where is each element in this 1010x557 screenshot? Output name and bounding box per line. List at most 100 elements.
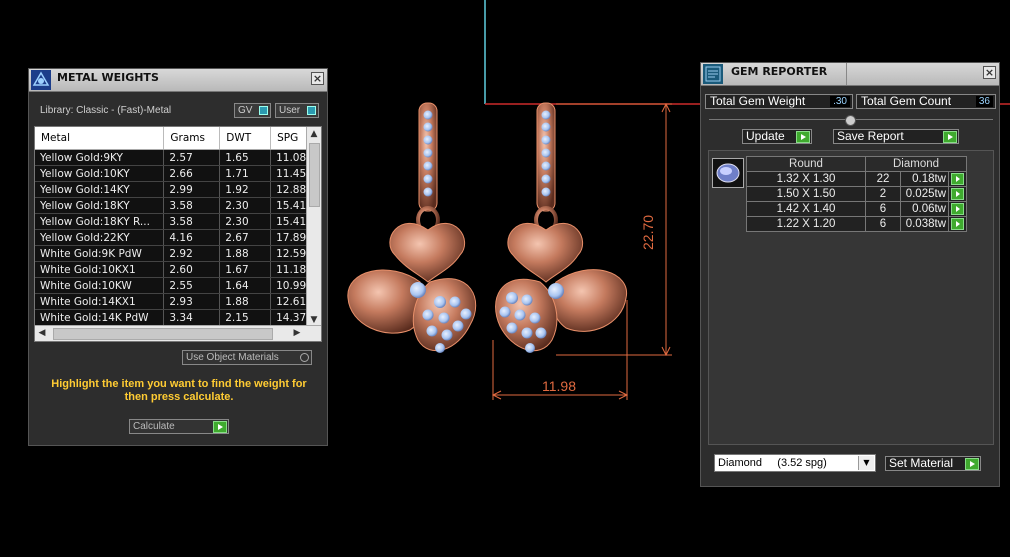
gem-cell: 0.18tw bbox=[900, 171, 949, 187]
scroll-up-icon[interactable]: ▲ bbox=[307, 127, 321, 141]
column-header-dwt[interactable]: DWT bbox=[219, 127, 272, 150]
scale-icon bbox=[31, 70, 51, 90]
calculate-button[interactable]: Calculate bbox=[129, 419, 229, 434]
gem-header-type: Diamond bbox=[865, 156, 967, 172]
gem-header-shape: Round bbox=[746, 156, 866, 172]
total-gem-weight-field: Total Gem Weight .30 bbox=[705, 94, 853, 109]
table-row[interactable]: White Gold:14K PdW 3.34 2.15 14.37 bbox=[35, 309, 321, 326]
vertical-scrollbar[interactable]: ▲ ▼ bbox=[306, 127, 321, 327]
table-cell: 2.92 bbox=[163, 245, 221, 262]
table-cell: 3.34 bbox=[163, 309, 221, 326]
gem-row[interactable]: 1.50 X 1.50 2 0.025tw bbox=[746, 186, 967, 202]
table-row[interactable]: Yellow Gold:18KY 3.58 2.30 15.41 bbox=[35, 197, 321, 214]
table-cell: 2.67 bbox=[219, 229, 272, 246]
metal-weights-titlebar[interactable]: METAL WEIGHTS × bbox=[29, 69, 327, 92]
table-row[interactable]: Yellow Gold:22KY 4.16 2.67 17.89 bbox=[35, 229, 321, 246]
gem-cell: 0.025tw bbox=[900, 186, 949, 202]
update-label: Update bbox=[746, 129, 785, 143]
total-gem-count-value: 36 bbox=[975, 96, 993, 107]
table-cell: 1.92 bbox=[219, 181, 272, 198]
earring-right bbox=[495, 102, 627, 353]
gv-toggle[interactable]: GV bbox=[234, 103, 271, 118]
table-cell: Yellow Gold:10KY bbox=[35, 165, 165, 182]
gem-cell: 2 bbox=[865, 186, 901, 202]
table-cell: 1.88 bbox=[219, 245, 272, 262]
table-row[interactable]: Yellow Gold:9KY 2.57 1.65 11.08 bbox=[35, 149, 321, 166]
total-gem-weight-label: Total Gem Weight bbox=[710, 94, 806, 108]
gem-reporter-titlebar[interactable]: GEM REPORTER × bbox=[701, 63, 999, 86]
gem-cell: 1.32 X 1.30 bbox=[746, 171, 866, 187]
column-header-grams[interactable]: Grams bbox=[163, 127, 221, 150]
table-row[interactable]: White Gold:9K PdW 2.92 1.88 12.59 bbox=[35, 245, 321, 262]
gem-row[interactable]: 1.42 X 1.40 6 0.06tw bbox=[746, 201, 967, 217]
horizontal-scrollbar[interactable]: ◀ ▶ bbox=[35, 325, 321, 341]
table-row[interactable]: Yellow Gold:10KY 2.66 1.71 11.45 bbox=[35, 165, 321, 182]
table-cell: 2.15 bbox=[219, 309, 272, 326]
total-gem-count-field: Total Gem Count 36 bbox=[856, 94, 996, 109]
scroll-right-icon[interactable]: ▶ bbox=[290, 326, 304, 341]
metal-table[interactable]: Metal Grams DWT SPG Yellow Gold:9KY 2.57 1… bbox=[34, 126, 322, 342]
column-header-metal[interactable]: Metal bbox=[35, 127, 165, 150]
play-arrow-icon bbox=[213, 421, 227, 433]
gem-cell: 22 bbox=[865, 171, 901, 187]
gem-table: Round Diamond 1.32 X 1.30 22 0.18tw 1.50 X … bbox=[746, 156, 967, 232]
close-button[interactable]: × bbox=[983, 66, 996, 79]
user-toggle[interactable]: User bbox=[275, 103, 319, 118]
play-arrow-icon[interactable] bbox=[951, 187, 964, 200]
table-cell: 1.67 bbox=[219, 261, 272, 278]
total-gem-count-label: Total Gem Count bbox=[861, 94, 952, 108]
table-cell: Yellow Gold:14KY bbox=[35, 181, 165, 198]
gem-reporter-title: GEM REPORTER bbox=[731, 65, 828, 78]
gem-thumbnail[interactable] bbox=[712, 158, 744, 188]
scroll-left-icon[interactable]: ◀ bbox=[35, 326, 49, 341]
play-arrow-icon[interactable] bbox=[951, 172, 964, 185]
earring-left bbox=[347, 102, 477, 353]
set-material-button[interactable]: Set Material bbox=[885, 456, 981, 471]
use-object-materials-button[interactable]: Use Object Materials bbox=[182, 350, 312, 365]
table-cell: 2.60 bbox=[163, 261, 221, 278]
table-row[interactable]: White Gold:10KX1 2.60 1.67 11.18 bbox=[35, 261, 321, 278]
update-button[interactable]: Update bbox=[742, 129, 812, 144]
dimension-width-label: 11.98 bbox=[542, 378, 576, 394]
gem-report-icon bbox=[703, 64, 723, 84]
table-row[interactable]: Yellow Gold:14KY 2.99 1.92 12.88 bbox=[35, 181, 321, 198]
table-cell: 2.57 bbox=[163, 149, 221, 166]
set-material-label: Set Material bbox=[889, 456, 954, 470]
table-cell: Yellow Gold:9KY bbox=[35, 149, 165, 166]
gem-cell: 6 bbox=[865, 201, 901, 217]
gem-row-action[interactable] bbox=[948, 186, 967, 202]
gem-row[interactable]: 1.32 X 1.30 22 0.18tw bbox=[746, 171, 967, 187]
table-cell: 1.71 bbox=[219, 165, 272, 182]
chevron-down-icon[interactable]: ▼ bbox=[858, 456, 874, 470]
save-report-button[interactable]: Save Report bbox=[833, 129, 959, 144]
close-button[interactable]: × bbox=[311, 72, 324, 85]
scroll-thumb[interactable] bbox=[309, 143, 320, 207]
play-arrow-icon bbox=[943, 131, 957, 143]
metal-weights-panel: METAL WEIGHTS × Library: Classic - (Fast… bbox=[28, 68, 328, 446]
scroll-thumb[interactable] bbox=[53, 328, 273, 340]
table-cell: 1.65 bbox=[219, 149, 272, 166]
calculate-label: Calculate bbox=[133, 421, 175, 432]
table-cell: Yellow Gold:18KY R... bbox=[35, 213, 165, 230]
gem-cell: 0.06tw bbox=[900, 201, 949, 217]
table-cell: 3.58 bbox=[163, 213, 221, 230]
gem-row-action[interactable] bbox=[948, 216, 967, 232]
gem-row-action[interactable] bbox=[948, 201, 967, 217]
library-label: Library: Classic - (Fast)-Metal bbox=[40, 105, 172, 116]
use-object-materials-label: Use Object Materials bbox=[186, 352, 279, 363]
material-select[interactable]: Diamond (3.52 spg) ▼ bbox=[714, 454, 876, 472]
title-divider bbox=[846, 63, 847, 85]
table-row[interactable]: White Gold:10KW 2.55 1.64 10.99 bbox=[35, 277, 321, 294]
play-arrow-icon[interactable] bbox=[951, 202, 964, 215]
slider-knob-icon[interactable] bbox=[845, 115, 856, 126]
gem-row-action[interactable] bbox=[948, 171, 967, 187]
gem-row[interactable]: 1.22 X 1.20 6 0.038tw bbox=[746, 216, 967, 232]
dimension-height-label: 22.70 bbox=[640, 214, 656, 250]
toggle-indicator-icon bbox=[259, 106, 268, 115]
play-arrow-icon[interactable] bbox=[951, 217, 964, 230]
table-row[interactable]: White Gold:14KX1 2.93 1.88 12.61 bbox=[35, 293, 321, 310]
table-row[interactable]: Yellow Gold:18KY R... 3.58 2.30 15.41 bbox=[35, 213, 321, 230]
total-gem-weight-value: .30 bbox=[830, 96, 850, 107]
table-cell: 4.16 bbox=[163, 229, 221, 246]
table-cell: 2.66 bbox=[163, 165, 221, 182]
